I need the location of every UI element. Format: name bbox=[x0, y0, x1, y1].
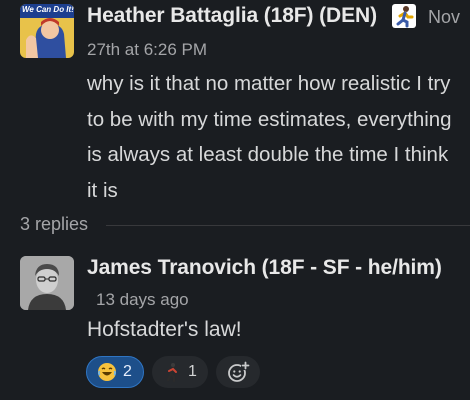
thread-view: We Can Do It! Heather Battaglia (18F) (D… bbox=[0, 0, 470, 400]
message-timestamp[interactable]: 27th at 6:26 PM bbox=[87, 40, 207, 60]
reaction-laughing[interactable]: 2 bbox=[86, 356, 144, 388]
avatar[interactable]: We Can Do It! bbox=[20, 4, 74, 58]
divider bbox=[106, 225, 470, 226]
message-text: why is it that no matter how realistic I… bbox=[87, 72, 452, 202]
reaction-walking[interactable]: 1 bbox=[152, 356, 208, 388]
author-name[interactable]: Heather Battaglia (18F) (DEN) bbox=[87, 4, 377, 28]
avatar[interactable] bbox=[20, 256, 74, 310]
author-name[interactable]: James Tranovich (18F - SF - he/him) bbox=[87, 256, 442, 280]
message-text: Hofstadter's law! bbox=[87, 318, 242, 341]
replies-count: 3 replies bbox=[20, 214, 89, 234]
avatar-poster-text: We Can Do It! bbox=[22, 5, 74, 14]
user-photo bbox=[20, 256, 74, 310]
add-reaction-icon bbox=[228, 361, 250, 382]
person-running-icon bbox=[392, 4, 416, 28]
person-walking-icon bbox=[166, 363, 177, 382]
reaction-count: 1 bbox=[188, 363, 197, 380]
truncated-timestamp: Nov bbox=[428, 7, 461, 27]
reaction-count: 2 bbox=[123, 363, 132, 380]
add-reaction-button[interactable] bbox=[216, 356, 260, 388]
message-timestamp[interactable]: 13 days ago bbox=[96, 290, 189, 310]
laughing-emoji-icon bbox=[98, 363, 116, 381]
